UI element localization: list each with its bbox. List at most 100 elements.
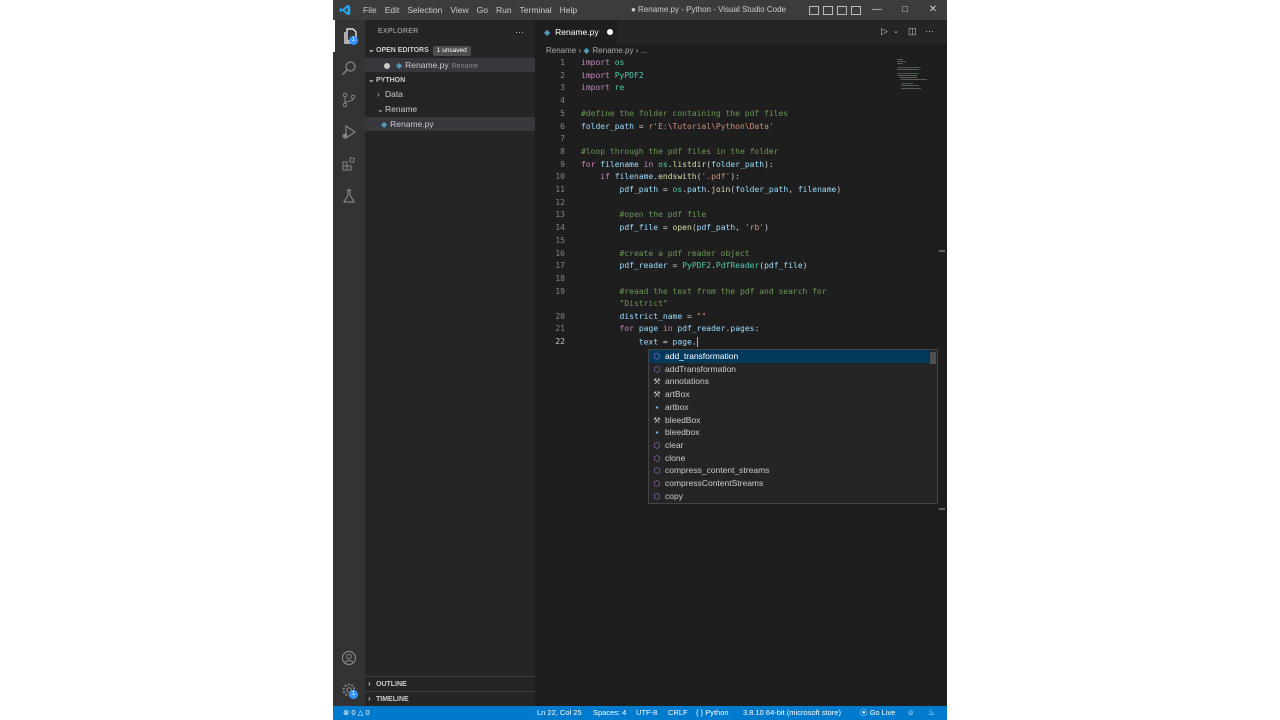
code-line: for filename in os.listdir(folder_path): bbox=[581, 159, 774, 169]
more-actions-icon[interactable]: ··· bbox=[925, 26, 934, 36]
menu-view[interactable]: View bbox=[446, 5, 472, 15]
breadcrumb-more[interactable]: ... bbox=[641, 46, 648, 55]
suggest-item[interactable]: ⬡ compressContentStreams bbox=[649, 477, 929, 490]
line-number: 4 bbox=[560, 96, 565, 106]
line-number: 11 bbox=[555, 185, 565, 194]
suggest-item[interactable]: ▪ bleedbox bbox=[649, 426, 929, 439]
line-number: 2 bbox=[560, 70, 565, 80]
breadcrumb-file[interactable]: Rename.py bbox=[593, 46, 634, 55]
accounts-activity[interactable] bbox=[333, 642, 365, 674]
split-editor-icon[interactable]: ◫ bbox=[908, 26, 917, 37]
menu-terminal[interactable]: Terminal bbox=[516, 5, 556, 15]
notifications-bell-icon[interactable]: ♨ bbox=[928, 706, 935, 720]
suggest-item[interactable]: ▪ artbox bbox=[649, 401, 929, 414]
code-comment: #loop through the pdf files in the folde… bbox=[581, 146, 779, 156]
feedback-icon[interactable]: ☺ bbox=[907, 706, 915, 720]
extensions-activity[interactable] bbox=[333, 148, 365, 180]
code-line: pdf_path = os.path.join(folder_path, fil… bbox=[619, 185, 842, 194]
cursor-position[interactable]: Ln 22, Col 25 bbox=[537, 706, 582, 720]
code-comment: #create a pdf reader object bbox=[619, 248, 750, 258]
code-line: import PyPDF2 bbox=[581, 70, 644, 80]
line-number: 9 bbox=[560, 159, 565, 169]
maximize-icon[interactable]: □ bbox=[891, 0, 919, 20]
close-icon[interactable]: ✕ bbox=[919, 0, 947, 20]
autocomplete-suggest-widget: ⬡ add_transformation ⬡ addTransformation ⚒… bbox=[648, 349, 938, 504]
title-bar: File Edit Selection View Go Run Terminal… bbox=[333, 0, 947, 20]
tree-item-rename-folder[interactable]: ⌄Rename bbox=[365, 102, 535, 116]
suggest-item[interactable]: ⬡ clone bbox=[649, 452, 929, 465]
indentation[interactable]: Spaces: 4 bbox=[593, 706, 626, 720]
code-comment: #reaad the text from the pdf and search … bbox=[619, 286, 827, 296]
breadcrumb-folder[interactable]: Rename bbox=[546, 46, 576, 55]
manage-activity[interactable]: 1 bbox=[333, 674, 365, 706]
explorer-activity[interactable]: 1 bbox=[333, 20, 365, 52]
tree-item-data[interactable]: › Data bbox=[365, 87, 535, 101]
line-number: 1 bbox=[560, 58, 565, 67]
run-dropdown-icon[interactable]: ⌄ bbox=[893, 27, 899, 35]
suggest-item[interactable]: ⬡ copy bbox=[649, 490, 929, 503]
suggest-item[interactable]: ⚒ artBox bbox=[649, 388, 929, 401]
python-interpreter[interactable]: 3.8.10 64-bit (microsoft store) bbox=[743, 706, 841, 720]
source-control-icon bbox=[342, 92, 356, 108]
customize-layout-icon[interactable] bbox=[851, 5, 861, 15]
line-number: 18 bbox=[555, 273, 565, 283]
open-editor-name: Rename.py bbox=[405, 60, 449, 70]
suggest-item[interactable]: ⬡ compress_content_streams bbox=[649, 464, 929, 477]
vertical-scrollbar[interactable] bbox=[937, 58, 947, 706]
menu-help[interactable]: Help bbox=[556, 5, 581, 15]
menu-selection[interactable]: Selection bbox=[403, 5, 446, 15]
more-actions-icon[interactable]: ··· bbox=[515, 25, 529, 39]
tab-rename-py[interactable]: ◆ Rename.py bbox=[535, 20, 617, 44]
problems-indicator[interactable]: ⊗ 0 △ 0 bbox=[343, 706, 370, 720]
line-number: 21 bbox=[555, 324, 565, 334]
unsaved-dot-icon[interactable] bbox=[606, 29, 613, 35]
toggle-panel-icon[interactable] bbox=[823, 5, 833, 15]
suggest-scrollbar[interactable] bbox=[930, 352, 936, 364]
open-editor-item[interactable]: ◆ Rename.py Rename bbox=[365, 58, 535, 72]
timeline-section[interactable]: › TIMELINE bbox=[365, 691, 535, 705]
python-file-icon: ◆ bbox=[396, 61, 403, 70]
source-control-activity[interactable] bbox=[333, 84, 365, 116]
workspace-section[interactable]: ⌄PYTHON bbox=[365, 73, 535, 87]
menu-file[interactable]: File bbox=[359, 5, 381, 15]
menu-run[interactable]: Run bbox=[492, 5, 516, 15]
encoding[interactable]: UTF-8 bbox=[636, 706, 657, 720]
end-of-line[interactable]: CRLF bbox=[668, 706, 688, 720]
tree-item-rename-py[interactable]: ◆ Rename.py bbox=[365, 117, 535, 131]
run-debug-activity[interactable] bbox=[333, 116, 365, 148]
go-live-button[interactable]: ⦿ Go Live bbox=[860, 706, 895, 720]
open-editors-section[interactable]: ⌄OPEN EDITORS 1 unsaved bbox=[365, 43, 535, 57]
toggle-sidebar-icon[interactable] bbox=[809, 5, 819, 15]
python-file-icon: ◆ bbox=[544, 27, 551, 37]
run-debug-icon bbox=[342, 124, 357, 140]
workspace-label: PYTHON bbox=[376, 77, 406, 84]
outline-section[interactable]: › OUTLINE bbox=[365, 676, 535, 690]
line-number: 13 bbox=[555, 210, 565, 220]
menu-go[interactable]: Go bbox=[473, 5, 492, 15]
code-line-current: text = page. bbox=[638, 336, 698, 347]
suggest-item[interactable]: ⬡ addTransformation bbox=[649, 363, 929, 376]
code-line: if filename.endswith('.pdf'): bbox=[600, 172, 740, 182]
minimap[interactable] bbox=[895, 58, 937, 92]
suggest-item[interactable]: ⬡ add_transformation bbox=[649, 350, 929, 363]
explorer-sidebar: EXPLORER ··· ⌄OPEN EDITORS 1 unsaved ◆ Ren… bbox=[365, 20, 535, 706]
menu-edit[interactable]: Edit bbox=[381, 5, 404, 15]
suggest-item[interactable]: ⚒ bleedBox bbox=[649, 414, 929, 427]
suggest-item[interactable]: ⚒ annotations bbox=[649, 375, 929, 388]
run-file-icon[interactable]: ▷ bbox=[881, 26, 888, 37]
line-number: 20 bbox=[555, 311, 565, 321]
open-editor-desc: Rename bbox=[451, 63, 479, 70]
code-line: district_name = "" bbox=[619, 311, 707, 321]
search-activity[interactable] bbox=[333, 52, 365, 84]
code-line: pdf_reader = PyPDF2.PdfReader(pdf_file) bbox=[619, 261, 808, 271]
suggest-item[interactable]: ⬡ clear bbox=[649, 439, 929, 452]
manage-badge: 1 bbox=[349, 690, 358, 699]
testing-activity[interactable] bbox=[333, 180, 365, 212]
chevron-down-icon: ⌄ bbox=[368, 75, 375, 84]
open-editors-label: OPEN EDITORS bbox=[376, 47, 429, 54]
tab-label: Rename.py bbox=[555, 27, 599, 37]
language-mode[interactable]: { } Python bbox=[696, 706, 729, 720]
unsaved-dot-icon bbox=[384, 62, 390, 69]
toggle-secondary-sidebar-icon[interactable] bbox=[837, 5, 847, 15]
minimize-icon[interactable]: — bbox=[863, 0, 891, 20]
